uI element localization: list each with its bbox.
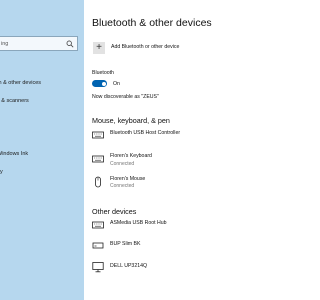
device-status-keyboard: Connected — [110, 161, 135, 167]
search-icon[interactable] — [66, 40, 74, 48]
device-name-bup-slim[interactable]: BUP Slim BK — [110, 241, 140, 247]
device-status-mouse: Connected — [110, 183, 135, 189]
device-name-mouse[interactable]: Floren's Mouse — [110, 176, 145, 182]
device-name-usb-host-controller[interactable]: Bluetooth USB Host Controller — [110, 130, 180, 136]
mouse-icon — [95, 176, 101, 188]
monitor-icon — [92, 262, 104, 273]
sidebar-item-bluetooth-devices[interactable]: th & other devices — [0, 79, 41, 87]
add-device-button[interactable]: + — [93, 42, 105, 54]
drive-icon — [92, 242, 104, 249]
device-name-keyboard[interactable]: Floren's Keyboard — [110, 153, 152, 159]
sidebar: th & other devices s & scanners Windows … — [0, 0, 84, 300]
search-box[interactable] — [0, 36, 78, 51]
add-device-label[interactable]: Add Bluetooth or other device — [111, 44, 179, 50]
usb-hub-icon — [92, 221, 104, 229]
device-name-dell-monitor[interactable]: DELL UP3214Q — [110, 263, 147, 269]
keyboard-icon — [92, 131, 104, 139]
bluetooth-state-text: On — [113, 81, 120, 87]
plus-icon: + — [96, 42, 102, 53]
device-name-usb-root-hub[interactable]: ASMedia USB Root Hub — [110, 220, 167, 226]
bluetooth-toggle[interactable] — [92, 80, 107, 87]
search-input[interactable] — [1, 38, 61, 49]
sidebar-item-windows-ink[interactable]: Windows Ink — [0, 150, 28, 158]
toggle-knob — [101, 81, 106, 86]
sidebar-item-printers-scanners[interactable]: s & scanners — [0, 97, 29, 105]
bluetooth-label: Bluetooth — [92, 70, 114, 76]
section-heading-other-devices: Other devices — [92, 207, 137, 216]
sidebar-item-autoplay[interactable]: ay — [0, 168, 3, 176]
section-heading-mouse-keyboard-pen: Mouse, keyboard, & pen — [92, 116, 170, 125]
discoverable-status: Now discoverable as "ZEUS" — [92, 94, 159, 100]
main-content: Bluetooth & other devices + Add Bluetoot… — [84, 0, 300, 300]
page-title: Bluetooth & other devices — [92, 17, 212, 29]
keyboard-icon — [92, 155, 104, 163]
